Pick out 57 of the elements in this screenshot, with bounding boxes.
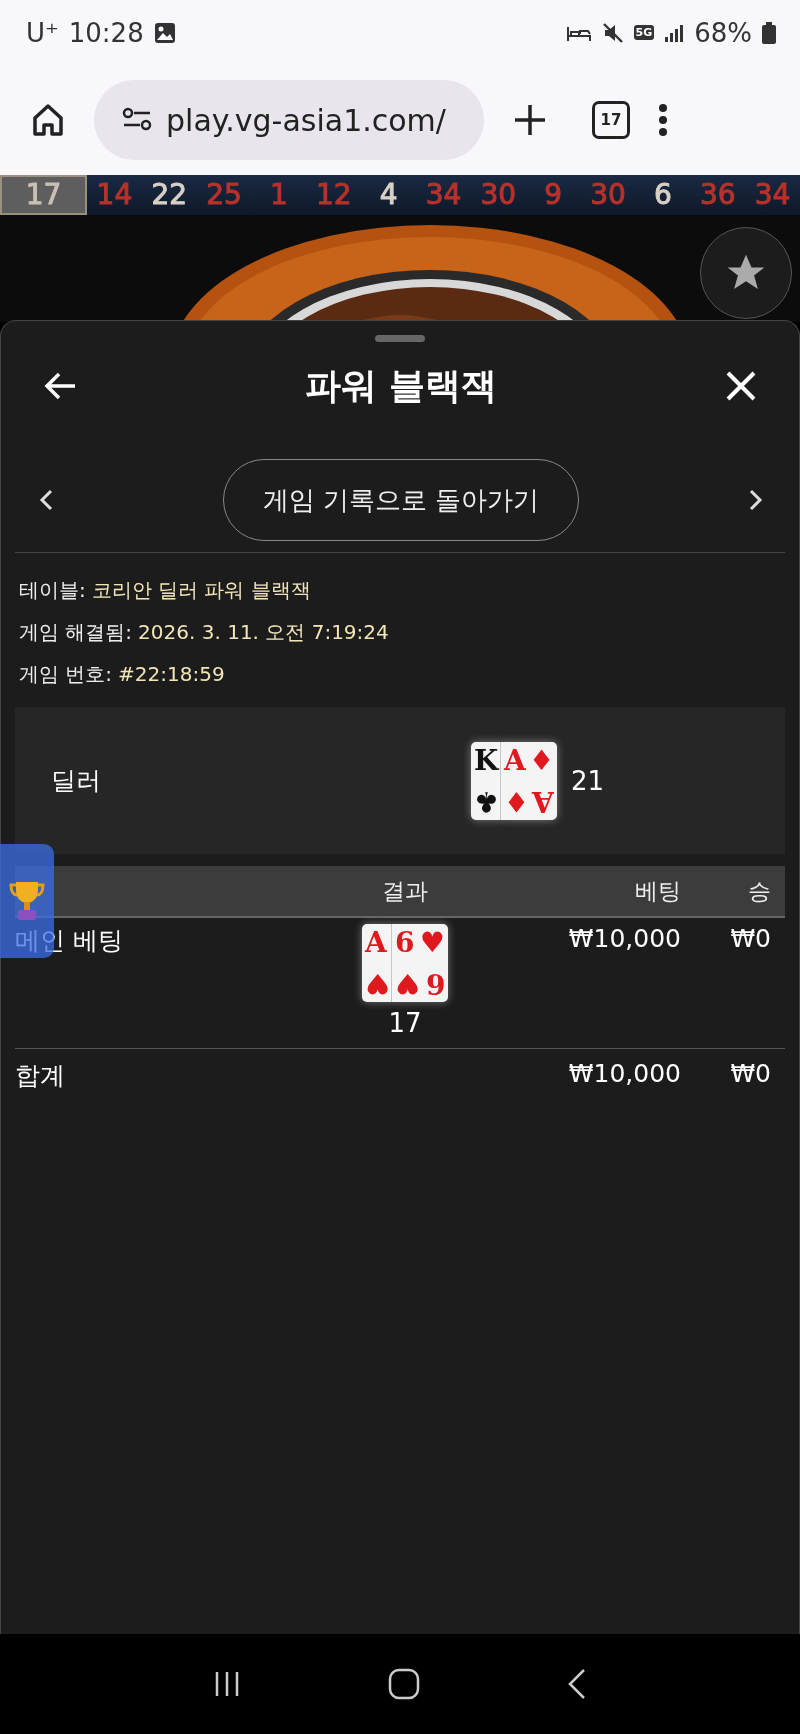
menu-icon[interactable]	[658, 102, 668, 138]
roulette-number: 4	[379, 178, 398, 211]
plus-icon[interactable]	[512, 102, 548, 138]
image-icon	[153, 21, 176, 44]
drag-handle[interactable]	[375, 335, 425, 342]
dealer-label: 딜러	[51, 765, 102, 797]
address-bar[interactable]: play.vg-asia1.com/	[94, 80, 484, 160]
bet-amount: ₩10,000	[567, 924, 681, 953]
next-icon[interactable]	[749, 489, 763, 511]
bet-amount: ₩10,000	[567, 1059, 681, 1088]
win-amount: ₩0	[729, 924, 771, 953]
total-label: 합계	[15, 1060, 66, 1092]
info-value: #22:18:59	[118, 661, 225, 688]
roulette-number: 9	[544, 178, 563, 211]
info-label: 게임 번호:	[19, 661, 113, 688]
playing-card: 6 ♥ ♥ 6	[392, 924, 448, 1002]
roulette-number: 12	[315, 178, 352, 211]
mute-icon	[601, 21, 624, 44]
home-icon[interactable]	[30, 102, 66, 138]
previous-icon[interactable]	[39, 489, 53, 511]
roulette-number: 34	[425, 178, 462, 211]
info-value: 코리안 딜러 파워 블랙잭	[91, 577, 311, 604]
clock: 10:28	[68, 17, 144, 48]
roulette-number: 14	[96, 178, 133, 211]
column-header: 승	[747, 876, 771, 906]
info-value: 2026. 3. 11. 오전 7:19:24	[138, 619, 389, 646]
close-icon[interactable]	[725, 370, 757, 402]
playing-card: A ♥	[362, 924, 392, 1002]
battery-level: 68%	[694, 17, 752, 48]
playing-card: K ♣	[471, 741, 501, 820]
win-amount: ₩0	[729, 1059, 771, 1088]
roulette-number: 22	[151, 178, 188, 211]
site-settings-icon[interactable]	[122, 107, 152, 133]
roulette-number: 30	[480, 178, 517, 211]
sheet-title: 파워 블랙잭	[304, 363, 498, 408]
network-badge: 5G	[633, 25, 655, 40]
info-label: 테이블:	[19, 577, 86, 604]
hand-total: 21	[571, 765, 605, 796]
roulette-number: 36	[699, 178, 736, 211]
roulette-number: 6	[653, 178, 672, 211]
roulette-number: 25	[206, 178, 242, 211]
roulette-number: 1	[270, 178, 288, 211]
signal-icon	[664, 22, 685, 43]
info-label: 게임 해결됨:	[19, 619, 133, 646]
battery-icon	[762, 21, 776, 44]
column-header: 베팅	[634, 876, 681, 906]
back-arrow-icon[interactable]	[43, 371, 77, 401]
hand-total: 17	[388, 1008, 422, 1038]
roulette-number: 30	[590, 178, 626, 211]
roulette-number: 34	[754, 178, 791, 211]
trophy-icon	[9, 879, 45, 923]
playing-card: A♦ ♦A	[501, 741, 557, 820]
home-button-icon[interactable]	[387, 1667, 421, 1701]
column-header: 결과	[381, 876, 429, 906]
roulette-number: 17	[25, 178, 62, 211]
carrier: U⁺	[26, 17, 59, 48]
tab-count-button[interactable]: 17	[592, 101, 630, 139]
